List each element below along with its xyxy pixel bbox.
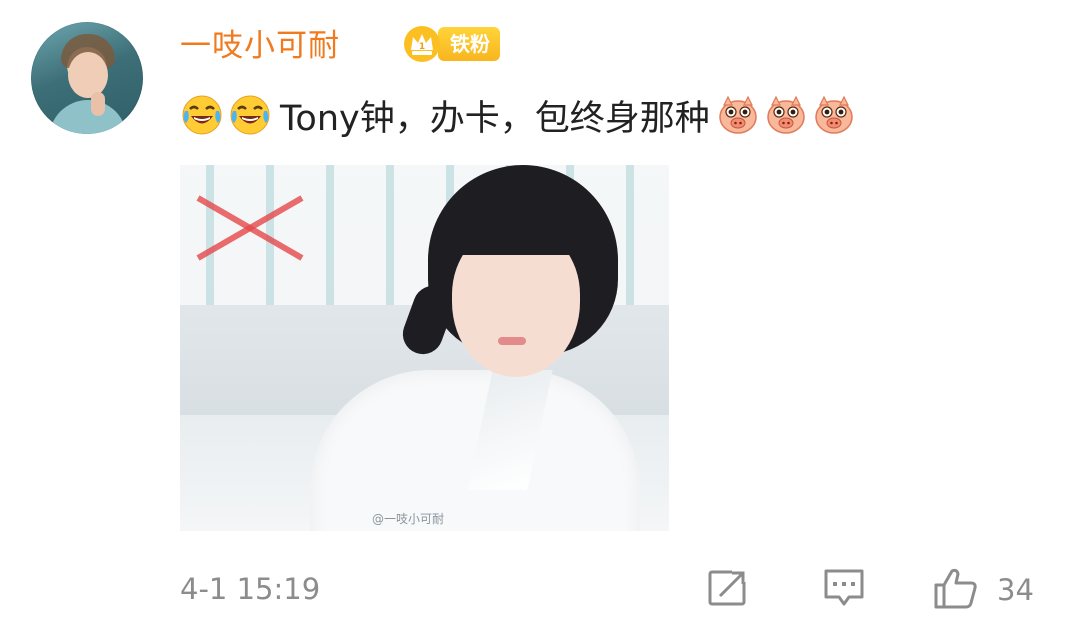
avatar-face [68,52,108,98]
pig-face-icon [764,93,808,137]
comment-image[interactable]: @一吱小可耐 [180,165,669,531]
comment-text: Tony钟，办卡，包终身那种 [280,98,710,139]
repost-button[interactable] [706,568,750,612]
reply-button[interactable] [822,568,866,612]
comment-content: Tony钟，办卡，包终身那种 [180,90,856,140]
laughing-tears-icon [228,93,272,137]
avatar-shirt [49,100,127,134]
image-watermark: @一吱小可耐 [372,512,445,526]
comment-icon [822,567,866,613]
badge-label: 铁粉 [438,27,500,61]
avatar-hand [91,92,105,116]
laughing-tears-icon [180,93,224,137]
pig-face-icon [716,93,760,137]
pig-face-icon [812,93,856,137]
like-button[interactable]: 34 [933,568,1034,612]
repost-icon [706,568,750,612]
weibo-comment: 一吱小可耐 1 铁粉 Tony钟，办卡，包终身那种 @一吱小可耐 4-1 15:… [0,0,1065,621]
username-link[interactable]: 一吱小可耐 [180,24,340,68]
fan-badge[interactable]: 1 铁粉 [402,21,500,67]
crown-icon: 1 [402,24,442,64]
thumbs-up-icon [933,566,979,614]
svg-text:1: 1 [419,42,425,52]
user-avatar[interactable] [31,22,143,134]
image-lips [498,337,526,345]
image-fringe [448,195,588,255]
like-count: 34 [997,573,1034,607]
comment-timestamp: 4-1 15:19 [180,572,321,606]
